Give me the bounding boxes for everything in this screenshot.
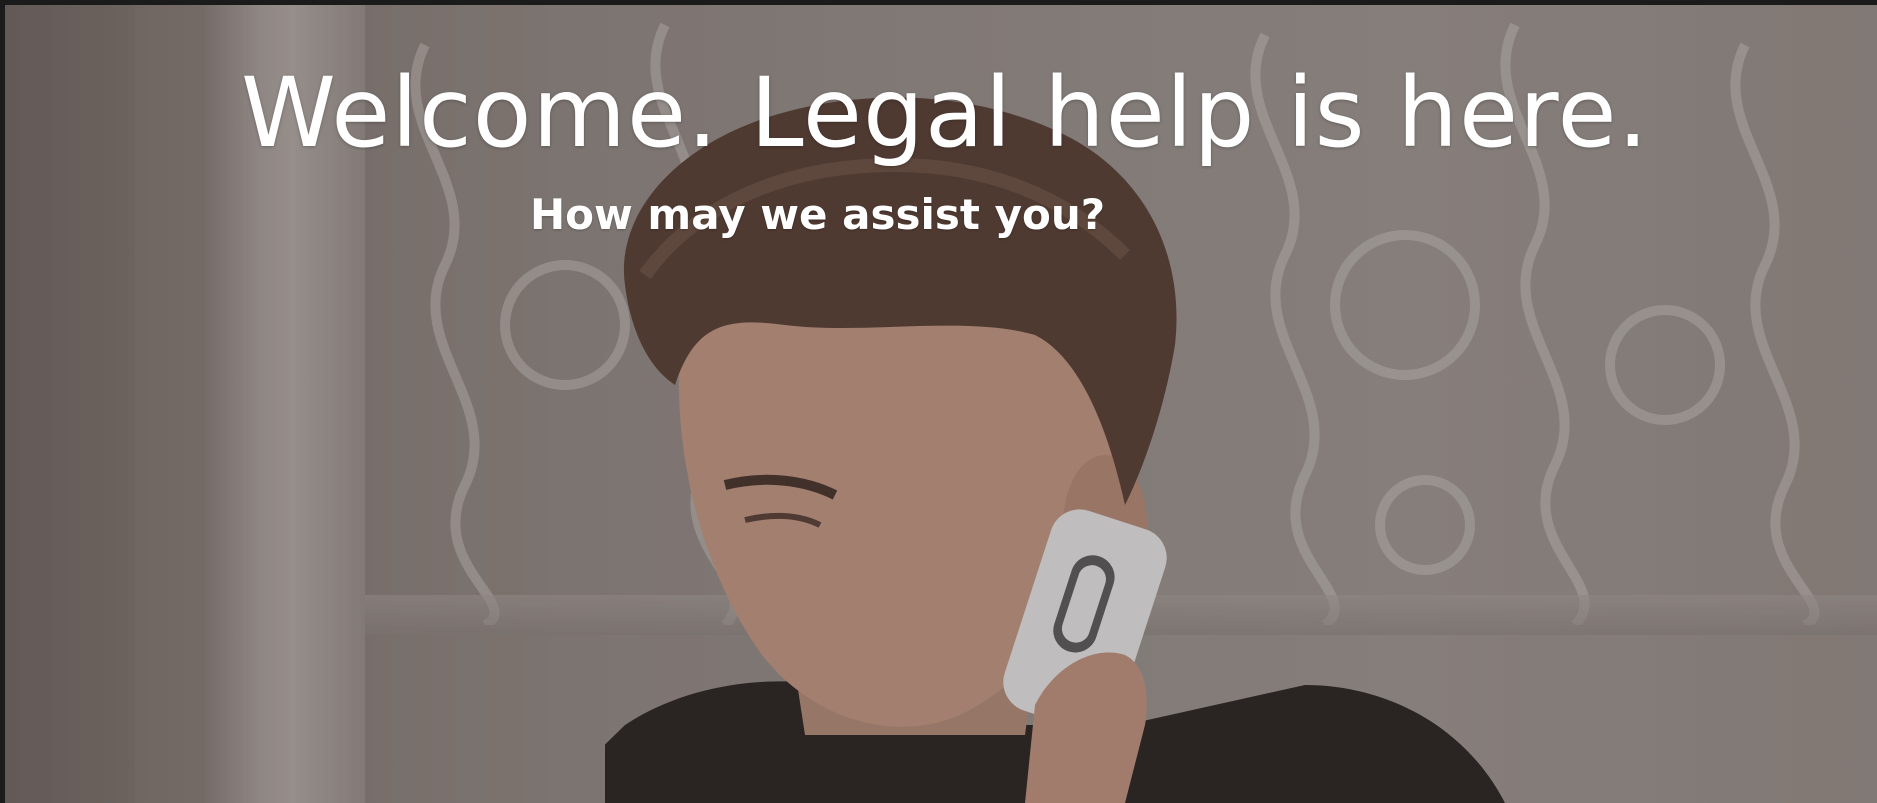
hero-banner: Welcome. Legal help is here. How may we … — [5, 5, 1877, 803]
page-frame: Welcome. Legal help is here. How may we … — [0, 0, 1877, 803]
hero-subheadline: How may we assist you? — [530, 190, 1106, 239]
hero-headline: Welcome. Legal help is here. — [240, 57, 1650, 169]
